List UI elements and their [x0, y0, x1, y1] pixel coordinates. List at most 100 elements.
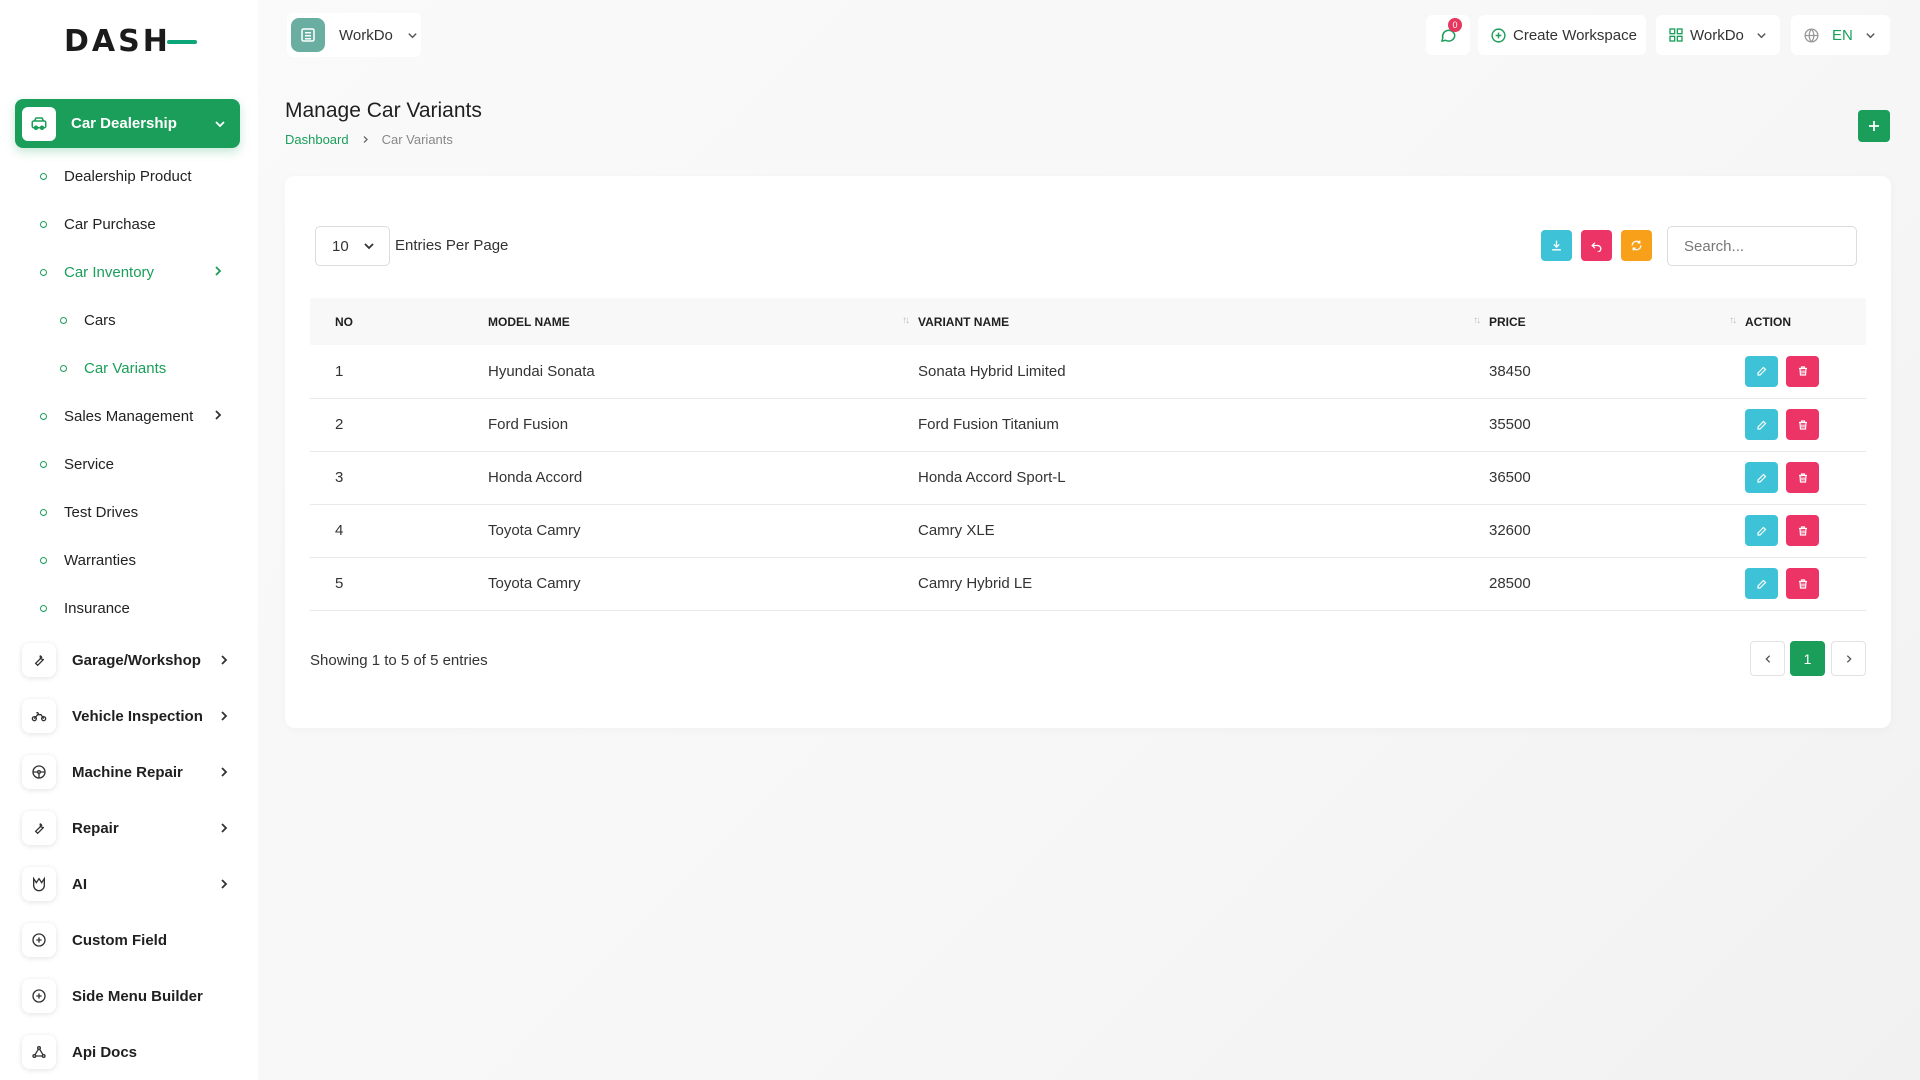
chevron-down-icon — [1757, 32, 1766, 38]
delete-button[interactable] — [1786, 515, 1819, 546]
breadcrumb-home-link[interactable]: Dashboard — [285, 132, 349, 147]
sidebar-module-label: Car Dealership — [71, 115, 177, 132]
edit-button[interactable] — [1745, 568, 1778, 599]
variants-card: 10 Entries Per Page NO MODEL NAME ↑↓ VARI… — [285, 176, 1891, 728]
sort-icon: ↑↓ — [1473, 315, 1481, 326]
sidebar-module-api-docs[interactable]: Api Docs — [22, 1034, 137, 1070]
workspace-switch-label: WorkDo — [1690, 26, 1744, 44]
sidebar-item-car-inventory[interactable]: Car Inventory — [40, 260, 230, 284]
column-header-no[interactable]: NO — [310, 298, 488, 345]
column-header-label: MODEL NAME — [488, 314, 570, 329]
sidebar-item-test-drives[interactable]: Test Drives — [40, 500, 138, 524]
cell-price: 28500 — [1489, 557, 1745, 611]
breadcrumb-current: Car Variants — [381, 132, 453, 147]
table-row: 5 Toyota Camry Camry Hybrid LE 28500 — [310, 557, 1866, 611]
column-header-label: VARIANT NAME — [918, 314, 1010, 329]
sidebar-module-machine-repair[interactable]: Machine Repair — [22, 754, 232, 790]
sidebar-item-cars[interactable]: Cars — [60, 308, 116, 332]
refresh-icon — [1631, 240, 1642, 251]
undo-icon — [1591, 242, 1602, 252]
breadcrumb: Dashboard Car Variants — [285, 132, 453, 147]
chevron-right-icon — [221, 711, 228, 721]
workspace-logo-icon — [291, 18, 325, 52]
chevron-right-icon — [1846, 654, 1852, 663]
column-header-variant-name[interactable]: VARIANT NAME ↑↓ — [918, 298, 1489, 345]
pagination-prev-button[interactable] — [1750, 641, 1785, 676]
sidebar-module-ai[interactable]: AI — [22, 866, 232, 902]
sidebar-module-label: Api Docs — [72, 1043, 138, 1061]
sidebar-module-side-menu-builder[interactable]: Side Menu Builder — [22, 978, 203, 1014]
chevron-right-icon — [221, 767, 228, 777]
language-label: EN — [1832, 26, 1853, 44]
sort-icon: ↑↓ — [1729, 315, 1737, 326]
reset-button[interactable] — [1581, 230, 1612, 261]
sidebar-module-garage-workshop[interactable]: Garage/Workshop — [22, 642, 232, 678]
brand-logo[interactable]: DASH — [64, 24, 197, 59]
delete-button[interactable] — [1786, 568, 1819, 599]
sidebar-item-label: Cars — [84, 311, 116, 329]
pagination-next-button[interactable] — [1831, 641, 1866, 676]
sidebar-item-warranties[interactable]: Warranties — [40, 548, 136, 572]
sidebar-module-repair[interactable]: Repair — [22, 810, 232, 846]
sidebar-module-label: Custom Field — [72, 931, 168, 949]
workspace-switch-dropdown[interactable]: WorkDo — [1656, 15, 1780, 55]
pagination-page-button[interactable]: 1 — [1790, 641, 1825, 676]
cell-model-name: Toyota Camry — [488, 557, 918, 611]
entries-per-page-value: 10 — [332, 237, 349, 255]
sidebar-item-label: Car Purchase — [64, 215, 156, 233]
sidebar-module-car-dealership[interactable]: Car Dealership — [15, 99, 240, 148]
sidebar-item-insurance[interactable]: Insurance — [40, 596, 130, 620]
sidebar-item-service[interactable]: Service — [40, 452, 114, 476]
api-icon — [22, 1035, 56, 1069]
edit-button[interactable] — [1745, 462, 1778, 493]
cell-no: 1 — [310, 345, 488, 399]
entries-per-page-select[interactable]: 10 — [315, 226, 390, 266]
chevron-right-icon — [215, 410, 222, 420]
sidebar-module-vehicle-inspection[interactable]: Vehicle Inspection — [22, 698, 232, 734]
cell-no: 5 — [310, 557, 488, 611]
workspace-selector[interactable]: WorkDo — [287, 13, 421, 57]
wrench-icon — [22, 811, 56, 845]
sidebar-item-sales-management[interactable]: Sales Management — [40, 404, 230, 428]
edit-button[interactable] — [1745, 409, 1778, 440]
pencil-icon — [1756, 526, 1766, 536]
export-button[interactable] — [1541, 230, 1572, 261]
cell-price: 36500 — [1489, 451, 1745, 505]
edit-button[interactable] — [1745, 355, 1778, 387]
delete-button[interactable] — [1786, 462, 1819, 493]
bullet-icon — [40, 556, 47, 564]
cell-model-name: Ford Fusion — [488, 398, 918, 452]
delete-button[interactable] — [1786, 409, 1819, 440]
wrench-icon — [22, 643, 56, 677]
page-title: Manage Car Variants — [285, 99, 482, 122]
sidebar-module-label: Side Menu Builder — [72, 987, 203, 1005]
refresh-button[interactable] — [1621, 230, 1652, 261]
cell-variant-name: Sonata Hybrid Limited — [918, 345, 1489, 399]
cell-no: 4 — [310, 504, 488, 558]
workspace-name: WorkDo — [339, 26, 393, 44]
chevron-left-icon — [1764, 654, 1770, 663]
cell-model-name: Hyundai Sonata — [488, 345, 918, 399]
delete-button[interactable] — [1786, 355, 1819, 387]
sidebar-item-car-purchase[interactable]: Car Purchase — [40, 212, 156, 236]
cell-action — [1745, 557, 1866, 611]
sidebar-item-car-variants[interactable]: Car Variants — [60, 356, 166, 380]
messages-button[interactable]: 0 — [1426, 15, 1470, 55]
trash-icon — [1798, 525, 1807, 536]
sidebar-item-dealership-product[interactable]: Dealership Product — [40, 164, 192, 188]
sidebar-module-custom-field[interactable]: Custom Field — [22, 922, 167, 958]
column-header-price[interactable]: PRICE ↑↓ — [1489, 298, 1745, 345]
ai-icon — [22, 867, 56, 901]
language-selector[interactable]: EN — [1791, 15, 1890, 55]
sidebar-module-label: Repair — [72, 819, 119, 837]
create-workspace-button[interactable]: Create Workspace — [1478, 15, 1646, 55]
search-input[interactable] — [1667, 226, 1857, 266]
edit-button[interactable] — [1745, 515, 1778, 546]
bullet-icon — [60, 364, 67, 372]
add-car-variant-button[interactable] — [1858, 110, 1890, 142]
sidebar: DASH Car Dealership Dealership Product C… — [0, 0, 258, 1080]
bullet-icon — [40, 412, 47, 420]
cell-model-name: Honda Accord — [488, 451, 918, 505]
column-header-model-name[interactable]: MODEL NAME ↑↓ — [488, 298, 918, 345]
chevron-down-icon — [408, 32, 417, 38]
